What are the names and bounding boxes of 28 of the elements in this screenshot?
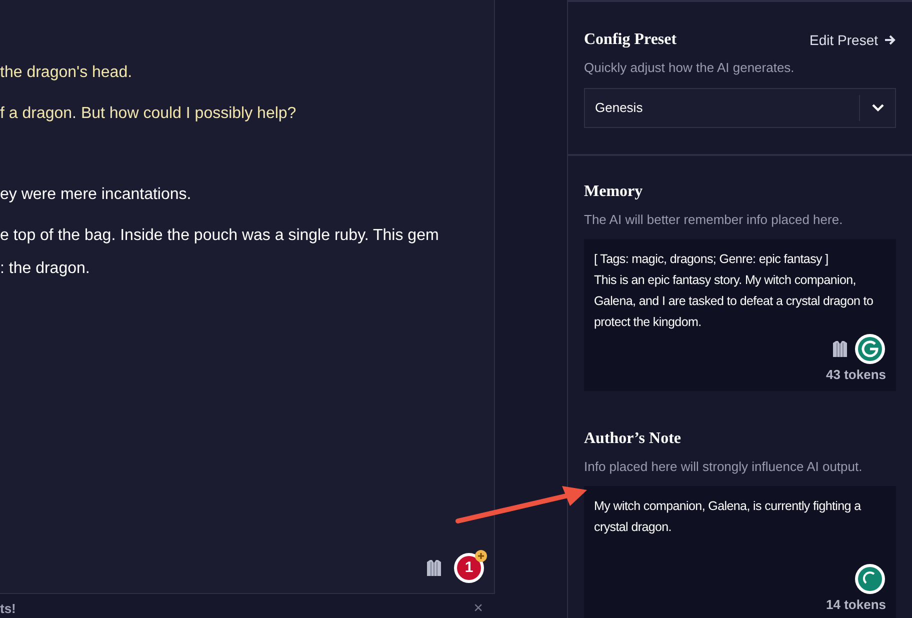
close-button[interactable]: ×: [474, 602, 483, 616]
footer-text: ts!: [0, 602, 16, 616]
edit-preset-link[interactable]: Edit Preset: [810, 30, 896, 50]
text-area[interactable]: My witch companion, Galena, is currently fighting a crystal dragon. 14 tokens: [584, 486, 896, 618]
notification-badge[interactable]: 1: [454, 553, 484, 583]
token-count: 14 tokens: [826, 596, 886, 614]
text-area-value: My witch companion, Galena, is currently fighting a crystal dragon.: [594, 498, 862, 536]
story-paragraph: e top of the bag. Inside the pouch was a single ruby. This gem : the dragon.: [0, 226, 440, 279]
text-area-value: [ Tags: magic, dragons; Genre: epic fantasy ] This is an epic fantasy story. My witch companion, Galena, and I are tasked to defeat a crystal dragon to protect the kingdom.: [594, 251, 874, 331]
section-title: Config Preset: [584, 30, 677, 50]
shirt-icon: [426, 559, 442, 577]
text-area[interactable]: [ Tags: magic, dragons; Genre: epic fantasy ] This is an epic fantasy story. My witch companion, Galena, and I are tasked to defeat a crystal dragon to protect the kingdom. 43 tokens: [584, 239, 896, 390]
token-count: 43 tokens: [826, 366, 886, 384]
preset-dropdown[interactable]: Genesis: [584, 88, 896, 128]
story-paragraph: f a dragon. But how could I possibly help?: [0, 104, 298, 124]
section-title: Memory: [584, 182, 644, 202]
plus-icon: [475, 550, 487, 562]
story-paragraph: ey were mere incantations.: [0, 185, 192, 205]
loading-icon[interactable]: [854, 562, 886, 594]
section-description: The AI will better remember info placed here.: [584, 210, 844, 229]
section-description: Info placed here will strongly influence AI output.: [584, 458, 864, 476]
story-paragraph: the dragon's head.: [0, 63, 134, 83]
grammar-check-icon[interactable]: [854, 333, 886, 365]
shirt-icon: [832, 340, 848, 358]
arrow-right-icon: [884, 34, 896, 46]
section-description: Quickly adjust how the AI generates.: [584, 59, 796, 77]
section-title: Author’s Note: [584, 428, 682, 448]
chevron-down-icon: [872, 104, 884, 112]
